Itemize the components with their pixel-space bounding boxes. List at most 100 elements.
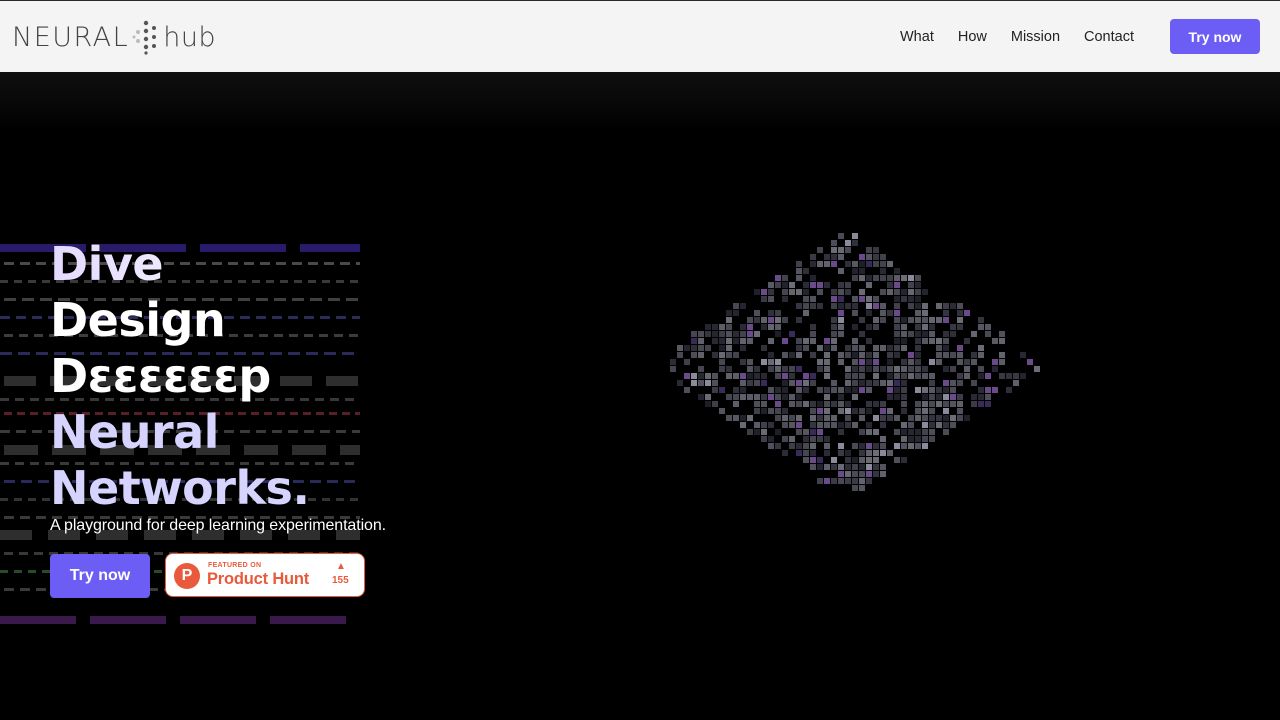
viz-cell [859,457,865,463]
viz-cell [873,254,879,260]
viz-cell [880,261,886,267]
hero-section: Dive Design Dεεεεεεp Neural Networks. A … [0,72,1280,720]
viz-cell [831,254,837,260]
viz-cell [768,324,774,330]
viz-cell [957,324,963,330]
viz-cell [698,380,704,386]
viz-cell [761,296,767,302]
viz-cell [824,261,830,267]
viz-cell [957,373,963,379]
nav-link-contact[interactable]: Contact [1084,29,1134,45]
stripe-dash [4,412,12,415]
viz-cell [824,415,830,421]
viz-cell [838,296,844,302]
viz-cell [943,408,949,414]
viz-cell [796,261,802,267]
viz-cell [789,373,795,379]
stripe-dash [319,334,328,337]
stripe-dash [310,298,322,301]
viz-cell [740,359,746,365]
stripe-dash [14,498,22,501]
viz-cell [817,366,823,372]
viz-cell [852,387,858,393]
viz-cell [768,366,774,372]
viz-cell [1006,387,1012,393]
stripe-dash [344,480,355,483]
viz-cell [831,415,837,421]
hero-tagline: A playground for deep learning experimen… [50,517,386,534]
viz-cell [908,422,914,428]
viz-cell [901,317,907,323]
viz-cell [796,345,802,351]
viz-cell [831,401,837,407]
viz-cell [915,338,921,344]
viz-cell [838,471,844,477]
stripe-dash [36,516,46,519]
viz-cell [845,415,851,421]
viz-cell [1013,380,1019,386]
viz-cell [852,324,858,330]
nav-link-mission[interactable]: Mission [1011,29,1060,45]
viz-cell [775,429,781,435]
viz-cell [810,303,816,309]
neuralhub-logo-mark-icon [132,20,157,55]
viz-cell [908,352,914,358]
viz-cell [803,303,809,309]
neuralhub-logo[interactable]: NEURAL hub [12,19,216,55]
viz-cell [929,429,935,435]
viz-cell [929,331,935,337]
viz-cell [740,373,746,379]
viz-cell [845,408,851,414]
viz-cell [775,373,781,379]
viz-cell [726,317,732,323]
viz-cell [789,415,795,421]
viz-cell [950,380,956,386]
headline-line-deep: Dεεεεεεp [50,349,271,403]
hero-try-now-button[interactable]: Try now [50,554,150,598]
viz-cell [740,380,746,386]
viz-cell [852,345,858,351]
viz-cell [915,317,921,323]
viz-cell [796,380,802,386]
viz-cell [831,422,837,428]
viz-cell [824,254,830,260]
viz-cell [754,310,760,316]
viz-cell [817,345,823,351]
viz-cell [705,401,711,407]
viz-cell [999,359,1005,365]
stripe-dash [32,316,42,319]
viz-cell [803,282,809,288]
viz-cell [817,247,823,253]
viz-cell [817,282,823,288]
viz-cell [768,282,774,288]
viz-cell [831,331,837,337]
stripe-dash [329,412,337,415]
nav-link-how[interactable]: How [958,29,987,45]
viz-cell [824,422,830,428]
nav-link-what[interactable]: What [900,29,934,45]
viz-cell [740,331,746,337]
viz-cell [817,303,823,309]
viz-cell [754,394,760,400]
viz-cell [824,352,830,358]
viz-cell [880,408,886,414]
stripe-dash [345,398,354,401]
viz-cell [880,289,886,295]
viz-cell [810,324,816,330]
header-try-now-button[interactable]: Try now [1170,19,1260,54]
viz-cell [894,310,900,316]
viz-cell [1027,359,1033,365]
viz-cell [796,422,802,428]
viz-cell [824,373,830,379]
viz-cell [908,415,914,421]
stripe-dash [0,398,9,401]
viz-cell [796,415,802,421]
viz-cell [845,387,851,393]
viz-cell [852,485,858,491]
product-hunt-badge[interactable]: P FEATURED ON Product Hunt ▲ 155 [165,553,365,597]
viz-cell [880,380,886,386]
viz-cell [838,422,844,428]
viz-cell [740,345,746,351]
viz-cell [719,324,725,330]
stripe-dash [342,412,350,415]
